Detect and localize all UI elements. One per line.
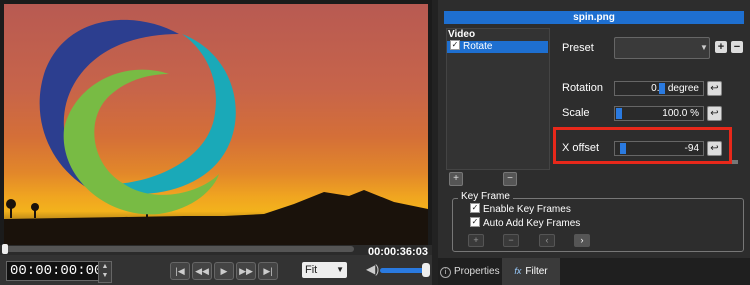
volume-slider[interactable] (380, 268, 428, 273)
chevron-down-icon: ▼ (700, 43, 708, 52)
x-offset-field[interactable]: -94 (614, 141, 704, 156)
zoom-select[interactable]: Fit ▼ (302, 262, 347, 278)
scale-reset-icon[interactable]: ↩ (707, 106, 722, 121)
skip-back-icon[interactable]: |◀ (170, 262, 190, 280)
prev-keyframe-button[interactable]: ‹ (539, 234, 555, 247)
fx-icon: fx (514, 266, 522, 276)
zoom-value: Fit (305, 264, 318, 276)
hill-silhouette (4, 190, 428, 245)
tab-properties[interactable]: i Properties (440, 260, 500, 283)
skip-forward-icon[interactable]: ▶| (258, 262, 278, 280)
scale-value: 100.0 % (662, 108, 699, 119)
preset-label: Preset (562, 42, 594, 54)
remove-filter-button[interactable]: − (503, 172, 517, 186)
checkbox-checked[interactable]: ✓ (450, 40, 460, 51)
enable-keyframes-label: Enable Key Frames (483, 204, 571, 215)
x-offset-label: X offset (562, 142, 600, 154)
auto-add-keyframes-row[interactable]: ✓ Auto Add Key Frames (467, 217, 581, 229)
volume-handle[interactable] (422, 263, 430, 277)
enable-keyframes-row[interactable]: ✓ Enable Key Frames (467, 203, 571, 215)
tab-filter-label: Filter (525, 266, 548, 277)
scrubber-handle[interactable] (2, 244, 8, 254)
info-icon: i (440, 267, 451, 278)
add-preset-button[interactable]: + (715, 41, 727, 53)
scale-field[interactable]: 100.0 % (614, 106, 704, 121)
play-icon[interactable]: ▶ (214, 262, 234, 280)
scale-label: Scale (562, 107, 590, 119)
add-keyframe-button[interactable]: + (468, 234, 484, 247)
checkbox-checked[interactable]: ✓ (470, 203, 480, 214)
tab-filter[interactable]: fx Filter (502, 258, 560, 285)
add-filter-button[interactable]: + (449, 172, 463, 186)
chevron-down-icon: ▼ (336, 265, 344, 274)
x-offset-reset-icon[interactable]: ↩ (707, 141, 722, 156)
keyframe-title: Key Frame (458, 191, 513, 202)
remove-preset-button[interactable]: − (731, 41, 743, 53)
rewind-icon[interactable]: ◀◀ (192, 262, 212, 280)
remove-keyframe-button[interactable]: − (503, 234, 519, 247)
x-offset-value: -94 (684, 143, 699, 154)
filter-item-label: Rotate (463, 41, 493, 52)
clip-title: spin.png (444, 11, 744, 24)
panel-scroll-edge (732, 160, 738, 164)
filter-list-item[interactable]: ✓ Rotate (447, 40, 548, 53)
auto-add-keyframes-label: Auto Add Key Frames (483, 218, 581, 229)
timecode-input[interactable]: 00:00:00:00 (6, 261, 106, 281)
timeline-scrubber[interactable] (4, 246, 354, 252)
sunset-scene (4, 19, 428, 245)
checkbox-checked[interactable]: ✓ (470, 217, 480, 228)
timecode-stepper[interactable]: ▲ ▼ (98, 261, 112, 283)
rotation-label: Rotation (562, 82, 603, 94)
preset-select[interactable] (614, 37, 710, 59)
logo-ring-teal (89, 34, 236, 194)
next-keyframe-button[interactable]: › (574, 234, 590, 247)
video-preview[interactable] (4, 4, 428, 245)
logo-ring-green (63, 69, 219, 215)
filter-list-header: Video (448, 29, 476, 40)
volume-icon[interactable]: ◀) (366, 262, 379, 276)
logo-ring-navy (39, 19, 180, 194)
fast-forward-icon[interactable]: ▶▶ (236, 262, 256, 280)
tab-properties-label: Properties (454, 266, 500, 277)
rotation-field[interactable]: 0.0 degree (614, 81, 704, 96)
rotation-reset-icon[interactable]: ↩ (707, 81, 722, 96)
